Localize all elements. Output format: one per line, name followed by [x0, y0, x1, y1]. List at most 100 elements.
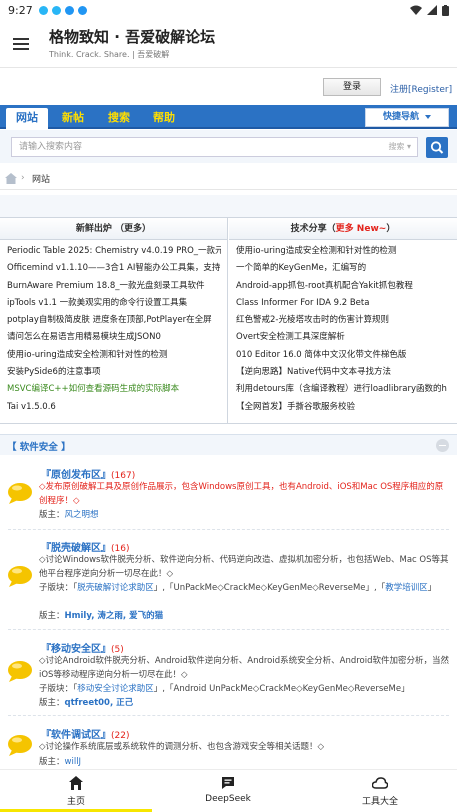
tab-website[interactable]: 网站: [6, 108, 48, 129]
forum-description: ◇讨论操作系统底层或系统软件的调测分析、也包含游戏安全等相关话题！◇: [39, 742, 325, 752]
search-icon: [430, 141, 444, 154]
quick-nav-label: 快捷导航: [382, 112, 419, 122]
forum-divider: [8, 629, 449, 630]
thread-link[interactable]: Officemind v1.1.10——3合1 AI智能办公工具集，支持: [7, 260, 221, 277]
search-input[interactable]: 请输入搜索内容 搜索 ▾: [11, 137, 418, 157]
thread-link[interactable]: Class Informer For IDA 9.2 Beta: [236, 295, 451, 312]
tech-share-column: 技术分享（更多 New~） 使用io-uring造成安全检测和针对性的检测 一个简…: [229, 218, 457, 423]
notification-icon: [38, 5, 48, 15]
forum-name[interactable]: 『原创发布区』(167): [41, 466, 135, 481]
chat-icon: [222, 777, 234, 789]
subforum-link[interactable]: UnPackMe◇CrackMe◇KeyGenMe◇ReverseMe: [174, 583, 366, 593]
subforum-link[interactable]: 移动安全讨论求助区: [77, 684, 154, 694]
section-title[interactable]: 【 软件安全 】: [7, 439, 71, 453]
site-subtitle: Think. Crack. Share. | 吾爱破解: [49, 50, 170, 59]
breadcrumb: › 网站: [0, 168, 457, 190]
subforum-link[interactable]: 脱壳破解讨论求助区: [77, 583, 154, 593]
thread-link[interactable]: Tai v1.5.0.6: [7, 399, 221, 416]
signal-icon: [427, 5, 437, 15]
chevron-down-icon: [425, 114, 431, 119]
forum-name[interactable]: 『软件调试区』(22): [41, 726, 129, 741]
thread-link[interactable]: 利用detours库（含编译教程）进行loadlibrary函数的h: [236, 381, 451, 398]
tech-share-suffix: ）: [386, 224, 396, 234]
moderator-link[interactable]: qtfreet00, 正己: [65, 698, 134, 708]
forum-item: 『移动安全区』(5) ◇讨论Android软件脱壳分析、Android软件逆向分…: [0, 638, 457, 718]
moderator-label: 版主：: [39, 611, 65, 621]
forum-name[interactable]: 『脱壳破解区』(16): [41, 539, 129, 554]
thread-link[interactable]: Android-app抓包-root真机配合Yakit抓包教程: [236, 278, 451, 295]
new-threads-title[interactable]: 新鲜出炉 （更多）: [0, 218, 227, 240]
thread-link[interactable]: 使用io-uring造成安全检测和针对性的检测: [7, 347, 221, 364]
forum-description: ◇讨论Android软件脱壳分析、Android软件逆向分析、Android系统…: [39, 656, 449, 680]
bottom-nav: 主页 DeepSeek 工具大全: [0, 769, 457, 812]
thread-link[interactable]: BurnAware Premium 18.8_一款光盘刻录工具软件: [7, 278, 221, 295]
thread-link[interactable]: 请问怎么在易语言用精易模块生成JSON0: [7, 329, 221, 346]
thread-link[interactable]: Overt安全检测工具深度解析: [236, 329, 451, 346]
thread-link[interactable]: 010 Editor 16.0 简体中文汉化带文件梯色版: [236, 347, 451, 364]
moderator-link[interactable]: Hmily, 涛之雨, 爱飞的猫: [65, 611, 164, 621]
search-placeholder: 请输入搜索内容: [19, 142, 83, 152]
tech-share-title[interactable]: 技术分享（更多 New~）: [229, 218, 457, 240]
tab-search[interactable]: 搜索: [108, 109, 130, 125]
tab-help[interactable]: 帮助: [153, 109, 175, 125]
forum-item: 『软件调试区』(22) ◇讨论操作系统底层或系统软件的调测分析、也包含游戏安全等…: [0, 724, 457, 769]
subforum-label: 子版块：: [39, 583, 74, 593]
menu-icon[interactable]: [13, 38, 29, 50]
new-threads-list: Periodic Table 2025: Chemistry v4.0.19 P…: [0, 240, 227, 416]
thread-link[interactable]: Periodic Table 2025: Chemistry v4.0.19 P…: [7, 243, 221, 260]
bottom-nav-deepseek[interactable]: DeepSeek: [178, 770, 278, 812]
subforum-link[interactable]: Android UnPackMe◇CrackMe◇KeyGenMe◇Revers…: [174, 684, 402, 694]
login-button[interactable]: 登录: [323, 78, 381, 96]
forum-bubble-icon[interactable]: [6, 660, 36, 682]
login-row: 登录 注册[Register]: [0, 76, 457, 98]
breadcrumb-current[interactable]: 网站: [32, 172, 50, 185]
forum-item: 『原创发布区』(167) ◇发布原创破解工具及原创作品展示，包含Windows原…: [0, 462, 457, 532]
thread-link[interactable]: potplay自制极简皮肤 进度条在顶部,PotPlayer在全屏: [7, 312, 221, 329]
search-button[interactable]: [426, 137, 448, 158]
more-new-link[interactable]: 更多 New~: [336, 224, 387, 234]
bottom-nav-label: 主页: [66, 797, 85, 807]
subforum-label: 子版块：: [39, 684, 74, 694]
forum-name-text: 『原创发布区』: [41, 470, 111, 481]
forum-name-text: 『脱壳破解区』: [41, 543, 111, 554]
thread-link[interactable]: ipTools v1.1 一款美观实用的命令行设置工具集: [7, 295, 221, 312]
search-bar: 请输入搜索内容 搜索 ▾: [0, 130, 457, 163]
home-icon[interactable]: [5, 173, 17, 184]
moderator-label: 版主：: [39, 510, 65, 520]
forum-bubble-icon[interactable]: [6, 734, 36, 756]
search-type-select[interactable]: 搜索 ▾: [388, 138, 411, 156]
forum-moderators: 版主：willJ: [39, 755, 451, 769]
tech-share-list: 使用io-uring造成安全检测和针对性的检测 一个简单的KeyGenMe，汇编写…: [229, 240, 457, 416]
download-icon: [64, 5, 74, 15]
section-header: 【 软件安全 】: [0, 434, 457, 455]
moderator-link[interactable]: willJ: [65, 757, 82, 767]
forum-bubble-icon[interactable]: [6, 482, 36, 504]
status-time: 9:27: [8, 3, 33, 17]
thread-link[interactable]: 安装PySide6的注意事项: [7, 364, 221, 381]
forum-count: (167): [111, 471, 136, 481]
forum-name[interactable]: 『移动安全区』(5): [41, 640, 124, 655]
collapse-icon[interactable]: [436, 439, 449, 452]
forum-name-text: 『移动安全区』: [41, 644, 111, 655]
quick-nav-dropdown[interactable]: 快捷导航: [365, 108, 449, 127]
forum-name-text: 『软件调试区』: [41, 730, 111, 741]
tab-new-posts[interactable]: 新帖: [62, 109, 84, 125]
forum-bubble-icon[interactable]: [6, 565, 36, 587]
subforum-link[interactable]: 教学培训区: [385, 583, 428, 593]
breadcrumb-separator: ›: [21, 173, 25, 183]
register-link[interactable]: 注册[Register]: [390, 82, 452, 95]
forum-moderators: 版主：Hmily, 涛之雨, 爱飞的猫: [39, 609, 451, 623]
forum-moderators: 版主：风之明想: [39, 508, 451, 522]
thread-link[interactable]: 红色警戒2-光棱塔攻击时的伤害计算规则: [236, 312, 451, 329]
thread-link[interactable]: 使用io-uring造成安全检测和针对性的检测: [236, 243, 451, 260]
thread-link[interactable]: 一个简单的KeyGenMe，汇编写的: [236, 260, 451, 277]
moderator-link[interactable]: 风之明想: [65, 510, 99, 520]
bottom-nav-tools[interactable]: 工具大全: [330, 770, 430, 812]
bottom-nav-home[interactable]: 主页: [26, 770, 126, 812]
page-title: 格物致知 · 吾爱破解论坛: [49, 28, 216, 46]
moderator-label: 版主：: [39, 698, 65, 708]
download-icon: [77, 5, 87, 15]
thread-link[interactable]: MSVC编译C++如何查看源码生成的实际脚本: [7, 381, 221, 398]
thread-link[interactable]: 【全网首发】手撕谷歌服务校验: [236, 399, 451, 416]
thread-link[interactable]: 【逆向思路】Native代码中文本寻找方法: [236, 364, 451, 381]
